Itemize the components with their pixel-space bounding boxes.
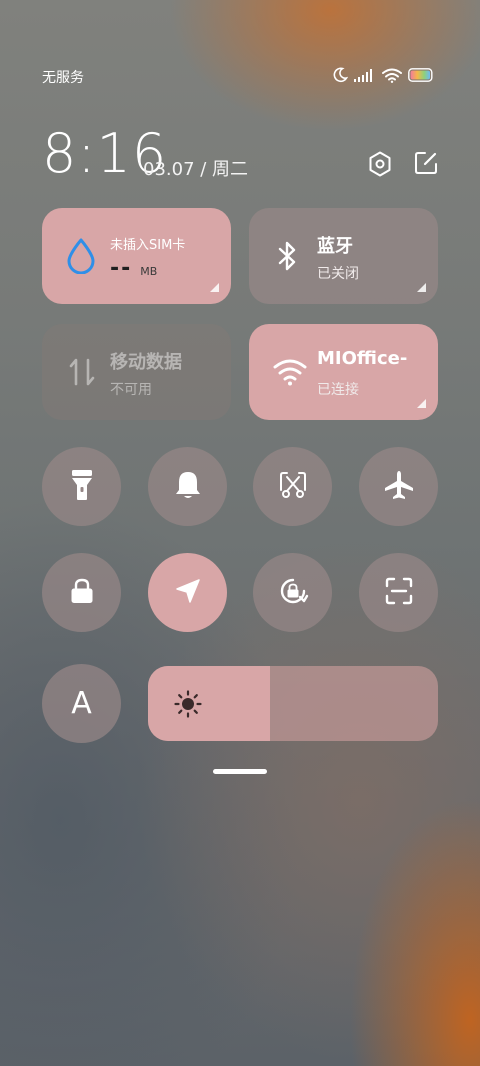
mobile-data-title: 移动数据 <box>110 352 182 373</box>
bluetooth-icon <box>277 240 299 276</box>
scanner-toggle[interactable] <box>359 553 438 632</box>
bell-icon <box>174 470 202 504</box>
bluetooth-status: 已关闭 <box>317 266 359 282</box>
sound-toggle[interactable] <box>148 447 227 526</box>
wifi-tile[interactable]: MIOffice- 已连接 <box>249 324 438 420</box>
font-size-toggle[interactable]: A <box>42 664 121 743</box>
airplane-icon <box>383 469 415 505</box>
carrier-label: 无服务 <box>42 70 84 86</box>
flashlight-icon <box>71 469 93 505</box>
rotation-lock-toggle[interactable] <box>253 553 332 632</box>
sim-usage-unit: MB <box>140 265 158 278</box>
status-icons <box>332 67 434 83</box>
mobile-data-tile[interactable]: 移动数据 不可用 <box>42 324 231 420</box>
sun-icon <box>174 690 202 722</box>
wifi-icon <box>382 68 402 83</box>
clock-date[interactable]: 03.07 / 周二 <box>143 155 248 181</box>
rotation-lock-icon <box>276 574 310 612</box>
tile-expand-corner <box>417 283 426 292</box>
battery-icon <box>408 68 434 82</box>
data-arrows-icon <box>68 356 96 392</box>
location-icon <box>174 577 202 609</box>
sim-data-tile[interactable]: 未插入SIM卡 -- MB <box>42 208 231 304</box>
wifi-title: MIOffice- <box>317 348 408 369</box>
signal-icon <box>354 68 376 82</box>
sim-title: 未插入SIM卡 <box>110 238 186 253</box>
home-indicator[interactable] <box>213 769 267 774</box>
screenshot-icon <box>279 471 307 503</box>
location-toggle[interactable] <box>148 553 227 632</box>
moon-icon <box>332 67 348 83</box>
tile-expand-corner <box>210 283 219 292</box>
bluetooth-tile[interactable]: 蓝牙 已关闭 <box>249 208 438 304</box>
tile-expand-corner <box>417 399 426 408</box>
status-bar: 无服务 <box>42 64 434 88</box>
wifi-status: 已连接 <box>317 382 359 398</box>
edit-icon[interactable] <box>414 151 438 181</box>
airplane-mode-toggle[interactable] <box>359 447 438 526</box>
lock-icon <box>70 578 94 608</box>
mobile-data-status: 不可用 <box>110 382 152 398</box>
clock-row: 8:16 03.07 / 周二 <box>42 124 438 184</box>
font-size-label: A <box>71 686 92 721</box>
sim-usage-value: -- <box>110 256 133 281</box>
brightness-fill <box>148 666 270 741</box>
bluetooth-title: 蓝牙 <box>317 236 353 257</box>
lock-screen-toggle[interactable] <box>42 553 121 632</box>
water-drop-icon <box>66 238 96 278</box>
header-actions <box>368 151 438 181</box>
settings-icon[interactable] <box>368 151 392 181</box>
scan-icon <box>385 577 413 609</box>
screenshot-toggle[interactable] <box>253 447 332 526</box>
wifi-icon <box>273 358 307 390</box>
flashlight-toggle[interactable] <box>42 447 121 526</box>
brightness-slider[interactable] <box>148 666 438 741</box>
sim-usage: -- MB <box>110 256 157 281</box>
